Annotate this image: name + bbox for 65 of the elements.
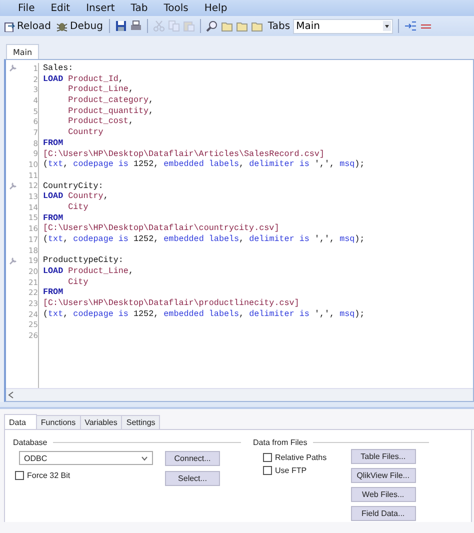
code-line: LOAD Country,: [43, 191, 110, 202]
dialog-button[interactable]: Field Data...: [350, 506, 416, 521]
panel-tab[interactable]: Settings: [121, 415, 160, 429]
menu-item[interactable]: File: [10, 2, 43, 14]
panel-tab[interactable]: Functions: [36, 415, 81, 429]
menu-item[interactable]: Tab: [122, 2, 156, 14]
group-label: Database: [13, 438, 48, 447]
code-line: FROM: [43, 212, 64, 224]
panel-tab[interactable]: Data: [4, 414, 37, 429]
code-line: (txt, codepage is 1252, embedded labels, delimiter is ',', msq);: [43, 159, 365, 170]
menu-item[interactable]: Help: [196, 2, 236, 14]
database-dropdown[interactable]: ODBC: [19, 451, 153, 465]
code-line: (txt, codepage is 1252, embedded labels, delimiter is ',', msq);: [43, 308, 365, 320]
scroll-left-icon[interactable]: [8, 391, 14, 399]
panel-tab[interactable]: Variables: [80, 415, 122, 429]
code-line: Product_quantity,: [67, 106, 155, 116]
code-line: ProducttypeCity:: [43, 255, 124, 266]
code-line: Product_cost,: [67, 116, 134, 128]
code-line: Sales:: [43, 63, 74, 74]
checkbox-label: Relative Paths: [275, 453, 327, 462]
checkbox-label: Use FTP: [275, 466, 307, 475]
document-icon: [3, 20, 15, 32]
script-tab[interactable]: Main: [6, 44, 40, 59]
menu-item[interactable]: Insert: [78, 2, 123, 14]
wrench-icon: [9, 182, 17, 190]
code-line: LOAD Product_Id,: [43, 74, 124, 84]
code-line: (txt, codepage is 1252, embedded labels, delimiter is ',', msq);: [43, 234, 365, 245]
code-line: FROM: [43, 138, 64, 148]
code-line: FROM: [43, 287, 64, 298]
tabs-label: Tabs: [268, 20, 290, 32]
search-icon[interactable]: [206, 20, 218, 32]
code-line: City: [67, 276, 90, 288]
dialog-button[interactable]: Connect...: [165, 451, 220, 466]
dialog-button[interactable]: Web Files...: [350, 487, 416, 502]
save-icon[interactable]: [114, 20, 127, 32]
folder-icon[interactable]: [250, 20, 263, 32]
code-line: [C:\Users\HP\Desktop\Dataflair\countrycity.csv]: [43, 223, 280, 234]
debug-button[interactable]: Debug: [55, 18, 104, 34]
checkbox-label: Force 32 Bit: [27, 471, 70, 480]
dialog-button[interactable]: Select...: [165, 471, 220, 486]
checkbox[interactable]: [263, 466, 272, 475]
code-line: CountryCity:: [43, 180, 104, 192]
checkbox[interactable]: [15, 471, 24, 480]
chevron-down-icon: [141, 456, 148, 460]
menu-item[interactable]: Edit: [42, 2, 78, 14]
wrench-icon: [9, 256, 17, 265]
print-icon[interactable]: [130, 20, 142, 32]
code-line: LOAD Product_Line,: [43, 266, 134, 277]
code-line: City: [67, 202, 90, 213]
folder-icon[interactable]: [236, 20, 248, 32]
arrow-list-icon[interactable]: [404, 20, 418, 32]
code-line: [C:\Users\HP\Desktop\Dataflair\Articles\SalesRecord.csv]: [43, 148, 326, 160]
dialog-button[interactable]: QlikView File...: [350, 468, 416, 483]
code-line: [C:\Users\HP\Desktop\Dataflair\productlinecity.csv]: [43, 298, 300, 309]
checkbox[interactable]: [263, 453, 272, 462]
code-line: Country: [67, 127, 104, 138]
tabs-dropdown[interactable]: Main: [293, 18, 394, 34]
code-line: Product_Line,: [67, 84, 134, 96]
dialog-button[interactable]: Table Files...: [350, 449, 416, 464]
menu-item[interactable]: Tools: [156, 2, 196, 14]
reload-button[interactable]: Reload: [2, 18, 52, 34]
bug-icon: [56, 20, 68, 32]
wrench-icon: [9, 64, 17, 72]
group-label: Data from Files: [253, 438, 308, 447]
code-line: Product_category,: [67, 95, 155, 106]
